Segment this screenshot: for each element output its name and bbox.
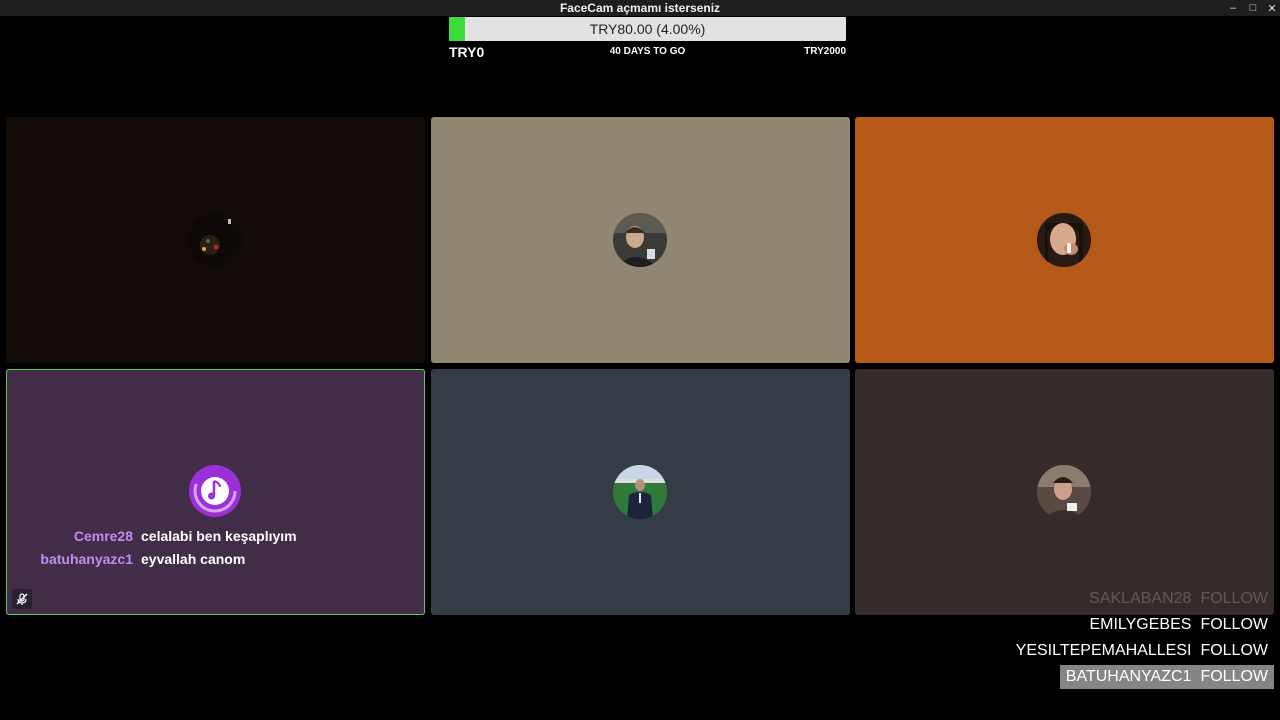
- chat-username: Cemre28: [73, 528, 133, 544]
- goal-progress-text: TRY80.00 (4.00%): [589, 21, 706, 37]
- follow-item[interactable]: EMILYGEBES FOLLOW: [1083, 613, 1274, 637]
- chat-message: Cemre28 celalabi ben keşaplıyım: [7, 528, 425, 548]
- follow-item-highlighted[interactable]: BATUHANYAZC1 FOLLOW: [1059, 665, 1274, 689]
- follow-username: EMILYGEBES: [1089, 616, 1192, 633]
- participant-avatar: [188, 213, 242, 267]
- goal-progress-bar: TRY80.00 (4.00%): [449, 17, 846, 41]
- participant-tile-3[interactable]: [855, 117, 1274, 363]
- follow-username: BATUHANYAZC1: [1065, 668, 1192, 685]
- maximize-button[interactable]: □: [1243, 0, 1263, 16]
- follow-username: SAKLABAN28: [1089, 590, 1192, 607]
- participant-avatar: [1037, 213, 1091, 267]
- chat-message: batuhanyazc1 eyvallah canom: [7, 551, 425, 571]
- mic-muted-icon[interactable]: [12, 589, 32, 609]
- follow-button[interactable]: FOLLOW: [1200, 668, 1268, 686]
- participant-avatar: [1037, 465, 1091, 519]
- chat-username: batuhanyazc1: [40, 551, 133, 567]
- follow-button[interactable]: FOLLOW: [1200, 616, 1268, 634]
- window-title: FaceCam açmamı isterseniz: [559, 1, 721, 15]
- participant-tile-1[interactable]: [6, 117, 425, 363]
- participant-avatar: [613, 465, 667, 519]
- participant-tile-5[interactable]: [431, 369, 850, 615]
- follow-username: YESILTEPEMAHALLESI: [1015, 642, 1192, 659]
- follow-item[interactable]: YESILTEPEMAHALLESI FOLLOW: [1010, 639, 1274, 663]
- follow-item[interactable]: SAKLABAN28 FOLLOW: [1083, 587, 1274, 611]
- chat-text: celalabi ben keşaplıyım: [141, 528, 297, 544]
- follow-button[interactable]: FOLLOW: [1200, 642, 1268, 660]
- title-bar: FaceCam açmamı isterseniz – □ ✕: [0, 0, 1280, 16]
- minimize-button[interactable]: –: [1223, 0, 1243, 16]
- participant-tile-2[interactable]: [431, 117, 850, 363]
- music-disc-icon: [188, 464, 242, 518]
- participant-avatar: [613, 213, 667, 267]
- close-button[interactable]: ✕: [1262, 0, 1280, 16]
- goal-max-label: TRY2000: [804, 46, 846, 57]
- chat-text: eyvallah canom: [141, 551, 246, 567]
- participant-tile-6[interactable]: [855, 369, 1274, 615]
- participant-tile-active[interactable]: Cemre28 celalabi ben keşaplıyım batuhany…: [6, 369, 425, 615]
- follow-button[interactable]: FOLLOW: [1200, 590, 1268, 608]
